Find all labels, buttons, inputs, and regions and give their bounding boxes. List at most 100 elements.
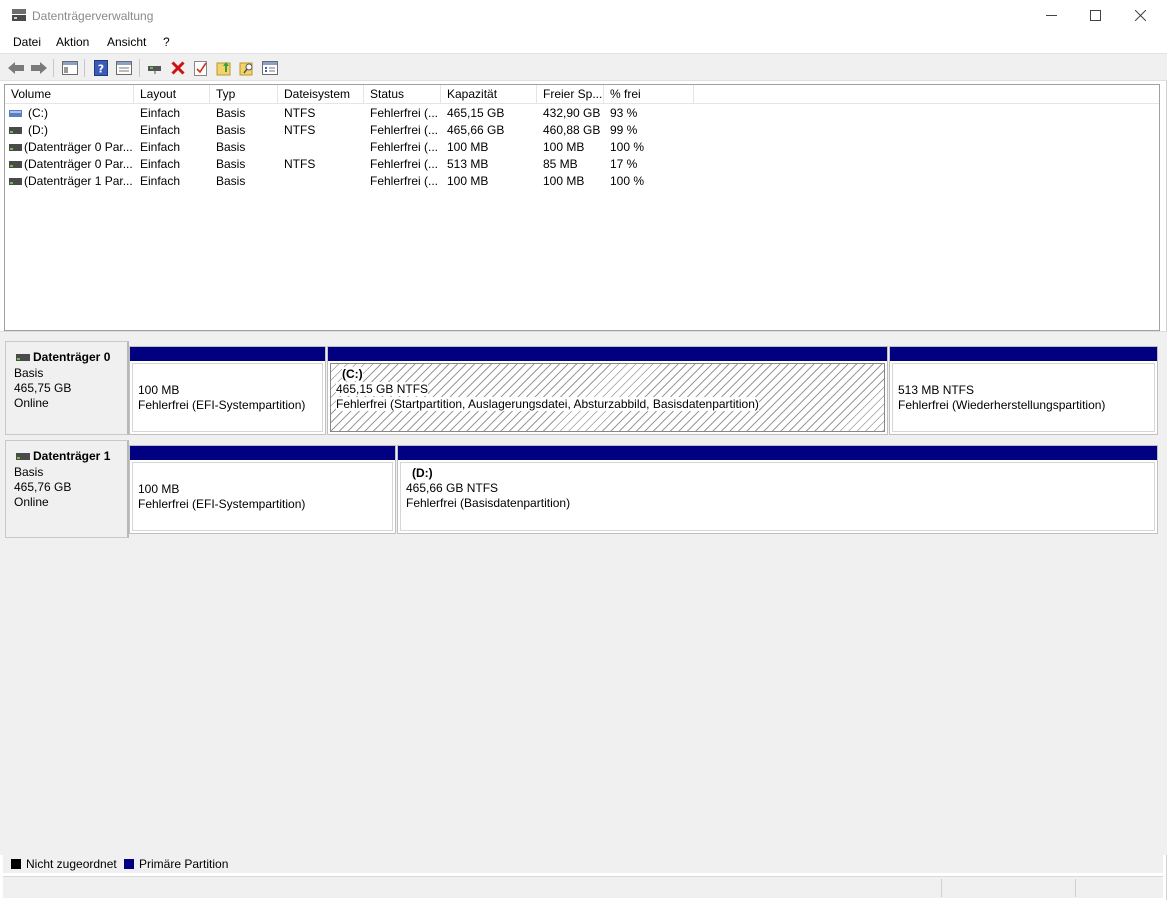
typ-cell: Basis bbox=[216, 174, 246, 188]
delete-button[interactable] bbox=[168, 58, 188, 78]
free-space-cell: 432,90 GB bbox=[543, 106, 601, 120]
volume-name: (Datenträger 0 Par... bbox=[24, 140, 133, 154]
check-icon bbox=[194, 61, 207, 76]
table-row[interactable]: (D:) Einfach Basis NTFS Fehlerfrei (... … bbox=[5, 122, 1159, 139]
legend-swatch-primary bbox=[124, 859, 134, 869]
table-row[interactable]: (Datenträger 0 Par... Einfach Basis Fehl… bbox=[5, 139, 1159, 156]
partition-efi-disk0[interactable]: 100 MB Fehlerfrei (EFI-Systempartition) bbox=[129, 346, 326, 435]
console-tree-button[interactable] bbox=[60, 58, 80, 78]
back-button[interactable] bbox=[6, 58, 26, 78]
percent-free-cell: 100 % bbox=[610, 140, 645, 154]
status-bar-separator bbox=[1075, 879, 1076, 897]
filesystem-cell: NTFS bbox=[284, 123, 316, 137]
partition-body: 100 MB Fehlerfrei (EFI-Systempartition) bbox=[132, 462, 393, 531]
toolbar-separator bbox=[53, 59, 54, 77]
table-row[interactable]: (Datenträger 1 Par... Einfach Basis Fehl… bbox=[5, 173, 1159, 190]
menu-ansicht[interactable]: Ansicht bbox=[107, 35, 146, 49]
delete-icon bbox=[171, 61, 185, 75]
maximize-button[interactable] bbox=[1072, 0, 1118, 31]
partition-size: 100 MB bbox=[138, 482, 180, 496]
disk-state: Online bbox=[14, 495, 49, 509]
column-header-status[interactable]: Status bbox=[364, 85, 441, 104]
volume-name: (Datenträger 1 Par... bbox=[24, 174, 133, 188]
menu-bar: Datei Aktion Ansicht ? bbox=[0, 32, 1167, 53]
column-header-volume[interactable]: Volume bbox=[5, 85, 134, 104]
typ-cell: Basis bbox=[216, 140, 246, 154]
volume-name: (C:) bbox=[28, 106, 48, 120]
close-button[interactable] bbox=[1117, 0, 1163, 31]
free-space-cell: 85 MB bbox=[543, 157, 578, 171]
partition-status: Fehlerfrei (EFI-Systempartition) bbox=[138, 398, 306, 412]
percent-free-cell: 99 % bbox=[610, 123, 638, 137]
column-header-kapazitaet[interactable]: Kapazität bbox=[441, 85, 537, 104]
connect-disk-button[interactable] bbox=[145, 58, 165, 78]
partition-efi-disk1[interactable]: 100 MB Fehlerfrei (EFI-Systempartition) bbox=[129, 445, 396, 534]
status-cell: Fehlerfrei (... bbox=[370, 174, 439, 188]
disk-title: Datenträger 1 bbox=[16, 449, 110, 463]
minimize-button[interactable] bbox=[1028, 0, 1074, 31]
menu-help[interactable]: ? bbox=[163, 35, 170, 49]
legend-label-primary: Primäre Partition bbox=[139, 857, 229, 871]
partition-body: (D:) 465,66 GB NTFS Fehlerfrei (Basisdat… bbox=[400, 462, 1155, 531]
forward-arrow-icon bbox=[31, 62, 47, 74]
table-row[interactable]: (Datenträger 0 Par... Einfach Basis NTFS… bbox=[5, 156, 1159, 173]
partition-size: 513 MB NTFS bbox=[898, 383, 975, 397]
partition-title: (C:) bbox=[342, 367, 363, 381]
volume-icon bbox=[9, 144, 22, 151]
volume-icon bbox=[9, 161, 22, 168]
filesystem-cell: NTFS bbox=[284, 157, 316, 171]
volume-name: (D:) bbox=[28, 123, 48, 137]
properties-button[interactable] bbox=[114, 58, 134, 78]
layout-cell: Einfach bbox=[140, 106, 181, 120]
partition-status: Fehlerfrei (Wiederherstellungspartition) bbox=[898, 398, 1106, 412]
typ-cell: Basis bbox=[216, 123, 246, 137]
menu-datei[interactable]: Datei bbox=[13, 35, 41, 49]
column-header-dateisystem[interactable]: Dateisystem bbox=[278, 85, 364, 104]
disk-type: Basis bbox=[14, 366, 44, 380]
volume-icon bbox=[9, 178, 22, 185]
column-header-freier-speicher[interactable]: Freier Sp... bbox=[537, 85, 604, 104]
help-button[interactable]: ? bbox=[91, 58, 111, 78]
volume-name: (Datenträger 0 Par... bbox=[24, 157, 133, 171]
disk-1-info[interactable]: Datenträger 1 Basis 465,76 GB Online bbox=[5, 440, 129, 538]
free-space-cell: 460,88 GB bbox=[543, 123, 601, 137]
close-icon bbox=[1134, 10, 1146, 21]
disk-management-icon bbox=[12, 9, 26, 21]
partition-type-bar bbox=[130, 446, 395, 460]
folder-up-icon bbox=[216, 62, 231, 76]
settings-panel-button[interactable] bbox=[260, 58, 280, 78]
disk-icon bbox=[16, 353, 30, 361]
status-cell: Fehlerfrei (... bbox=[370, 106, 439, 120]
column-header-prozent-frei[interactable]: % frei bbox=[604, 85, 694, 104]
check-button[interactable] bbox=[191, 58, 211, 78]
layout-cell: Einfach bbox=[140, 174, 181, 188]
partition-recovery[interactable]: 513 MB NTFS Fehlerfrei (Wiederherstellun… bbox=[889, 346, 1158, 435]
capacity-cell: 465,66 GB bbox=[447, 123, 505, 137]
partition-body-selected: (C:) 465,15 GB NTFS Fehlerfrei (Startpar… bbox=[330, 363, 885, 432]
capacity-cell: 100 MB bbox=[447, 174, 489, 188]
disk-0-info[interactable]: Datenträger 0 Basis 465,75 GB Online bbox=[5, 341, 129, 435]
partition-d-drive[interactable]: (D:) 465,66 GB NTFS Fehlerfrei (Basisdat… bbox=[397, 445, 1158, 534]
menu-aktion[interactable]: Aktion bbox=[56, 35, 89, 49]
filesystem-cell: NTFS bbox=[284, 106, 316, 120]
forward-button[interactable] bbox=[29, 58, 49, 78]
toolbar: ? bbox=[0, 53, 1167, 81]
properties-icon bbox=[116, 61, 132, 75]
connect-disk-icon bbox=[148, 66, 161, 74]
status-cell: Fehlerfrei (... bbox=[370, 157, 439, 171]
partition-status: Fehlerfrei (Startpartition, Auslagerungs… bbox=[336, 397, 759, 411]
layout-cell: Einfach bbox=[140, 157, 181, 171]
column-header-typ[interactable]: Typ bbox=[210, 85, 278, 104]
disk-type: Basis bbox=[14, 465, 44, 479]
folder-search-icon bbox=[239, 62, 253, 76]
partition-size: 465,15 GB NTFS bbox=[336, 382, 429, 396]
folder-search-button[interactable] bbox=[237, 58, 257, 78]
help-icon: ? bbox=[94, 60, 108, 76]
column-header-layout[interactable]: Layout bbox=[134, 85, 210, 104]
disk-graphical-view: Datenträger 0 Basis 465,75 GB Online 100… bbox=[0, 337, 1167, 855]
disk-size: 465,75 GB bbox=[14, 381, 72, 395]
partition-type-bar bbox=[130, 347, 325, 361]
partition-c-drive[interactable]: (C:) 465,15 GB NTFS Fehlerfrei (Startpar… bbox=[327, 346, 888, 435]
table-row[interactable]: (C:) Einfach Basis NTFS Fehlerfrei (... … bbox=[5, 105, 1159, 122]
folder-up-button[interactable] bbox=[214, 58, 234, 78]
